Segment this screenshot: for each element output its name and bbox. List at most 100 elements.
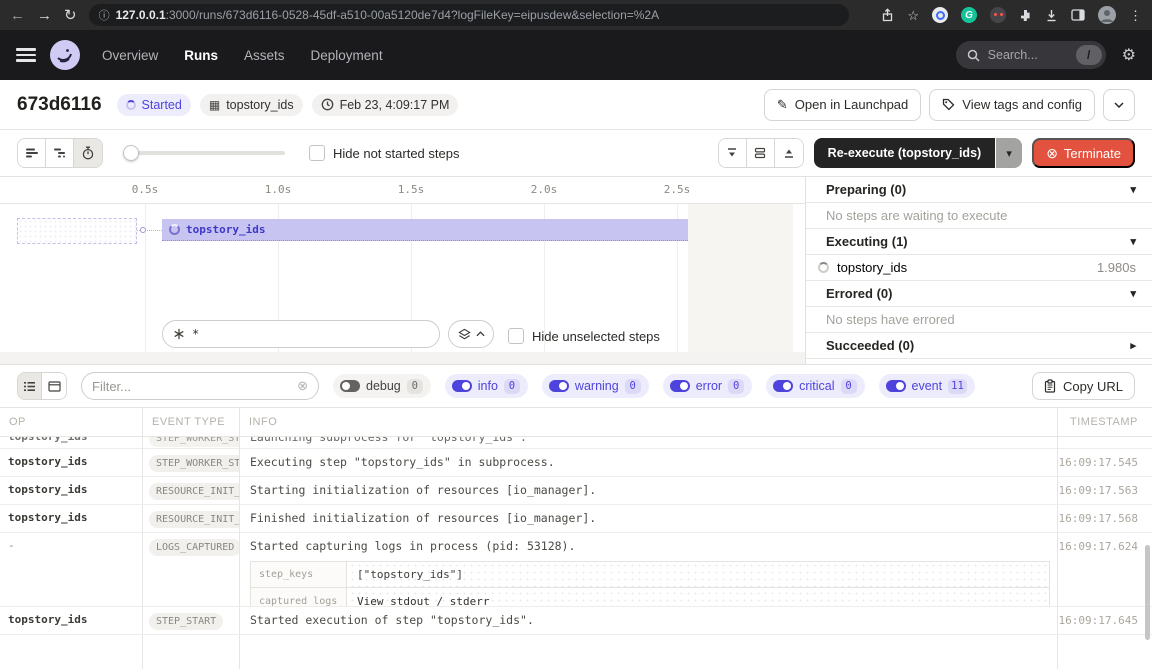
preparing-empty-text: No steps are waiting to execute [806,203,1152,229]
level-chip-info[interactable]: info 0 [445,374,528,398]
site-info-icon[interactable]: ⓘ [99,7,110,23]
step-selection-input-wrap [162,320,440,348]
log-row: topstory_ids RESOURCE_INIT_STAR… Startin… [0,477,1152,505]
job-name-tag[interactable]: ▦ topstory_ids [200,94,303,116]
downloads-icon[interactable] [1045,9,1058,22]
caret-down-icon: ▾ [1130,183,1136,196]
collapse-top-button[interactable] [775,139,803,167]
section-succeeded-header[interactable]: Succeeded (0) ▸ [806,333,1152,359]
log-filter-input[interactable] [92,379,291,394]
log-timestamp[interactable]: 16:09:17.568 [1058,505,1152,532]
level-chip-warning[interactable]: warning 0 [542,374,649,398]
level-chip-error[interactable]: error 0 [663,374,752,398]
tag-icon [942,98,955,111]
hamburger-menu-icon[interactable] [16,48,36,62]
hide-not-started-checkbox[interactable] [309,145,325,161]
section-executing-header[interactable]: Executing (1) ▾ [806,229,1152,255]
log-row: topstory_ids STEP_WORKER_STARTED Executi… [0,449,1152,477]
metadata-key: step_keys [251,562,347,587]
share-icon[interactable] [881,8,894,22]
bookmark-star-icon[interactable]: ☆ [907,9,919,22]
reexecute-split-button: Re-execute (topstory_ids) ▾ [814,138,1023,168]
nav-item-runs[interactable]: Runs [184,48,218,63]
global-search[interactable]: Search... / [956,41,1106,69]
level-chip-critical[interactable]: critical 0 [766,374,864,398]
nav-item-overview[interactable]: Overview [102,48,158,63]
nav-item-assets[interactable]: Assets [244,48,285,63]
run-header: 673d6116 Started ▦ topstory_ids Feb 23, … [0,80,1152,130]
gantt-zoom-slider[interactable] [125,151,285,155]
log-timestamp[interactable]: 16:09:17.563 [1058,477,1152,504]
dagster-logo[interactable] [50,40,80,70]
toggle-off-icon [340,380,360,392]
clear-filter-icon[interactable]: ⊗ [297,378,308,394]
run-header-actions: ✎ Open in Launchpad View tags and config [764,89,1135,121]
gantt-layout-segmented-control [17,138,103,168]
browser-profile-avatar[interactable] [1098,6,1116,24]
extension-robot-icon[interactable] [990,7,1006,23]
browser-menu-kebab-icon[interactable]: ⋮ [1129,9,1142,22]
layout-waterfall-button[interactable] [46,139,74,167]
reexecute-dropdown-caret[interactable]: ▾ [996,138,1022,168]
app-nav: Overview Runs Assets Deployment Search..… [0,30,1152,80]
log-vertical-scrollbar[interactable] [1145,545,1150,640]
open-in-launchpad-button[interactable]: ✎ Open in Launchpad [764,89,921,121]
extensions-puzzle-icon[interactable] [1019,9,1032,22]
level-chip-event[interactable]: event 11 [879,374,975,398]
hide-unselected-label: Hide unselected steps [532,329,660,344]
col-header-event-type: EVENT TYPE [143,408,240,436]
copy-url-button[interactable]: Copy URL [1032,372,1135,400]
more-actions-chevron-button[interactable] [1103,89,1135,121]
browser-back-icon[interactable]: ← [10,8,25,23]
section-preparing-header[interactable]: Preparing (0) ▾ [806,177,1152,203]
log-row: topstory_ids STEP_START Started executio… [0,607,1152,635]
reexecute-button[interactable]: Re-execute (topstory_ids) [814,138,996,168]
log-row-logs-captured: - LOGS_CAPTURED Started capturing logs i… [0,533,1152,607]
log-timestamp[interactable]: 16:09:17.645 [1058,607,1152,634]
executing-step-row[interactable]: topstory_ids 1.980s [806,255,1152,281]
level-chip-debug[interactable]: debug 0 [333,374,431,398]
gantt-step-bar[interactable]: topstory_ids [162,219,688,241]
spinner-icon [169,224,180,235]
console-view-icon [48,381,61,392]
layers-icon [458,328,471,341]
log-timestamp[interactable]: 16:09:17.545 [1058,449,1152,476]
side-panel-icon[interactable] [1071,9,1085,21]
hide-unselected-wrap: Hide unselected steps [508,328,660,344]
split-view-button[interactable] [747,139,775,167]
section-errored-header[interactable]: Errored (0) ▾ [806,281,1152,307]
browser-reload-icon[interactable]: ↻ [64,8,77,23]
terminate-button[interactable]: ⊗ Terminate [1032,138,1135,168]
nav-item-deployment[interactable]: Deployment [311,48,383,63]
view-tags-config-button[interactable]: View tags and config [929,89,1095,121]
gantt-timeline-header: 0.5s 1.0s 1.5s 2.0s 2.5s [0,177,805,204]
collapse-bottom-button[interactable] [719,139,747,167]
layout-flat-button[interactable] [18,139,46,167]
metadata-row: step_keys ["topstory_ids"] [251,562,1049,588]
step-name: topstory_ids [837,260,907,275]
toggle-on-icon [452,380,472,392]
view-stdout-stderr-link[interactable]: View stdout / stderr [347,595,499,607]
collapse-down-icon [726,147,738,159]
log-row-clipped: topstory_ids STEP_WORKER_STARTI… Launchi… [0,437,1152,449]
layout-timed-button[interactable] [74,139,102,167]
address-bar[interactable]: ⓘ 127.0.0.1:3000/runs/673d6116-0528-45df… [89,4,849,26]
extension-1password-icon[interactable] [932,7,948,23]
step-selection-input[interactable] [192,327,429,341]
gantt-toolbar: Hide not started steps Re-execute (topst… [0,130,1152,177]
graph-query-toggle-button[interactable] [448,320,494,348]
slider-knob[interactable] [123,145,139,161]
hide-unselected-checkbox[interactable] [508,328,524,344]
event-type-chip: RESOURCE_INIT_SUCC… [149,511,240,528]
raw-log-view-button[interactable] [42,373,66,399]
gantt-horizontal-scrollbar[interactable] [0,352,805,364]
gridline [145,204,146,352]
browser-forward-icon[interactable]: → [37,8,52,23]
log-timestamp[interactable]: 16:09:17.624 [1058,533,1152,606]
gear-icon[interactable]: ⚙ [1122,45,1136,65]
structured-log-view-button[interactable] [18,373,42,399]
browser-toolbar-icons: ☆ G ⋮ [881,6,1142,24]
event-type-chip: STEP_WORKER_STARTI… [149,437,240,447]
extension-grammarly-icon[interactable]: G [961,7,977,23]
run-start-time: Feb 23, 4:09:17 PM [312,94,459,116]
